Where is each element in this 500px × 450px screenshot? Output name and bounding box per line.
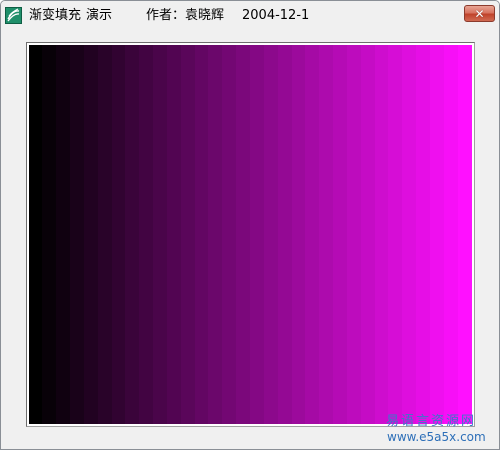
gradient-band — [139, 45, 154, 424]
gradient-band — [305, 45, 320, 424]
close-icon: ✕ — [474, 6, 485, 21]
gradient-band — [181, 45, 196, 424]
gradient-band — [250, 45, 265, 424]
close-button[interactable]: ✕ — [464, 5, 495, 22]
window-title: 渐变填充 — [29, 8, 82, 23]
gradient-fill-canvas — [29, 45, 472, 424]
gradient-band — [264, 45, 279, 424]
gradient-band — [347, 45, 362, 424]
gradient-band — [167, 45, 182, 424]
gradient-band — [278, 45, 293, 424]
app-icon[interactable] — [5, 7, 22, 24]
title-bar[interactable]: 渐变填充 演示 作者：袁晓辉 2004-12-1 ✕ — [1, 1, 499, 31]
gradient-band — [375, 45, 389, 424]
gradient-band — [70, 45, 85, 424]
gradient-band — [430, 45, 445, 424]
gradient-band — [84, 45, 99, 424]
gradient-band — [29, 45, 43, 424]
gradient-band — [361, 45, 376, 424]
gradient-band — [153, 45, 168, 424]
window-title-date: 2004-12-1 — [242, 8, 310, 23]
gradient-band — [416, 45, 431, 424]
gradient-band — [319, 45, 334, 424]
app-window: 渐变填充 演示 作者：袁晓辉 2004-12-1 ✕ — [0, 0, 500, 450]
gradient-band — [112, 45, 126, 424]
gradient-band — [42, 45, 57, 424]
gradient-band — [333, 45, 348, 424]
watermark-site-name: 易语言资源网 — [386, 414, 477, 429]
gradient-band — [458, 45, 472, 424]
gradient-band — [195, 45, 209, 424]
window-title-demo: 演示 — [86, 8, 113, 23]
gradient-band — [222, 45, 237, 424]
gradient-band — [236, 45, 251, 424]
gradient-band — [444, 45, 459, 424]
watermark-url: www.e5a5x.com — [387, 430, 486, 444]
gradient-band — [98, 45, 113, 424]
window-title-author: 作者：袁晓辉 — [146, 8, 225, 23]
gradient-band — [388, 45, 403, 424]
gradient-band — [125, 45, 140, 424]
gradient-band — [208, 45, 223, 424]
gradient-band — [402, 45, 417, 424]
gradient-band — [292, 45, 306, 424]
gradient-band — [56, 45, 71, 424]
drawing-area — [26, 42, 475, 427]
